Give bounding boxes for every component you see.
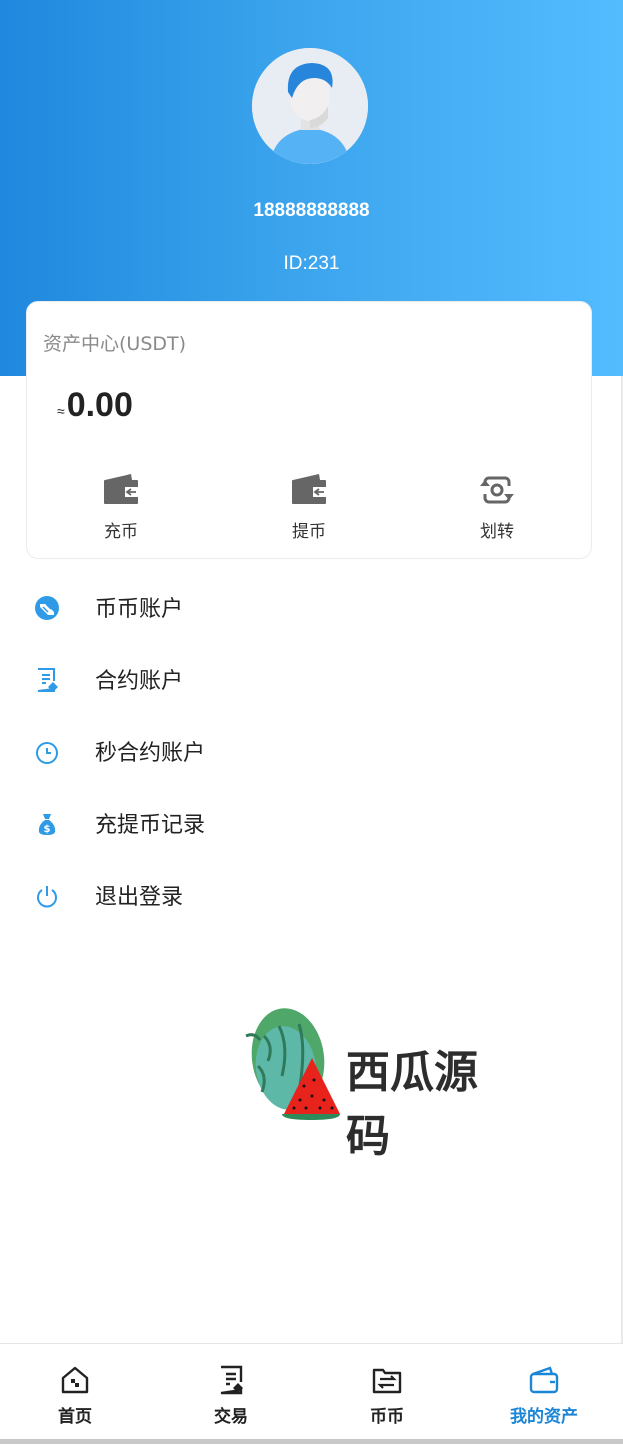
watermark-logo: 西瓜源码 <box>244 1006 504 1162</box>
svg-text:$: $ <box>44 824 51 835</box>
deposit-label: 充币 <box>104 522 138 542</box>
withdraw-button[interactable]: 提币 <box>259 472 359 542</box>
coin-account-icon <box>34 595 60 621</box>
menu-label: 充提币记录 <box>95 813 206 838</box>
user-id: ID:231 <box>283 253 340 274</box>
wallet-icon <box>101 472 141 508</box>
approx-symbol: ≈ <box>57 403 65 419</box>
deposit-button[interactable]: 充币 <box>71 472 171 542</box>
wallet-icon <box>289 472 329 508</box>
avatar[interactable] <box>252 48 368 164</box>
asset-card: 资产中心(USDT) ≈0.00 充币 提币 划转 <box>26 301 592 559</box>
tab-trade[interactable]: 交易 <box>171 1364 291 1427</box>
tab-label: 我的资产 <box>510 1407 578 1427</box>
home-icon <box>59 1364 91 1396</box>
menu-label: 合约账户 <box>95 669 184 694</box>
asset-actions: 充币 提币 划转 <box>27 472 593 552</box>
menu-item-coin-account[interactable]: 币币账户 <box>0 571 623 643</box>
balance-display: ≈0.00 <box>57 386 133 425</box>
power-icon <box>34 883 60 909</box>
folder-exchange-icon <box>371 1364 403 1396</box>
clock-icon <box>34 739 60 765</box>
balance-amount: 0.00 <box>66 386 133 424</box>
menu-label: 秒合约账户 <box>95 741 206 766</box>
menu-label: 退出登录 <box>95 885 184 910</box>
transfer-icon <box>477 472 517 508</box>
home-indicator <box>0 1439 623 1444</box>
withdraw-label: 提币 <box>292 522 326 542</box>
phone-number: 18888888888 <box>253 200 370 221</box>
tab-my-assets[interactable]: 我的资产 <box>484 1364 604 1427</box>
tab-home[interactable]: 首页 <box>15 1364 135 1427</box>
avatar-icon <box>252 48 368 164</box>
transfer-label: 划转 <box>480 522 514 542</box>
tab-label: 币币 <box>370 1407 404 1427</box>
wallet-icon <box>528 1364 560 1396</box>
asset-card-title: 资产中心(USDT) <box>43 333 187 355</box>
menu-item-deposit-withdraw-records[interactable]: $ 充提币记录 <box>0 787 623 859</box>
money-bag-icon: $ <box>34 811 60 837</box>
document-icon <box>215 1364 247 1396</box>
tab-label: 首页 <box>58 1407 92 1427</box>
contract-icon <box>34 667 60 693</box>
tab-coin[interactable]: 币币 <box>327 1364 447 1427</box>
menu-item-contract-account[interactable]: 合约账户 <box>0 643 623 715</box>
menu-label: 币币账户 <box>95 597 184 622</box>
watermark-text: 西瓜源码 <box>346 1047 478 1162</box>
bottom-tabbar: 首页 交易 币币 我的资产 <box>0 1343 623 1447</box>
menu-item-logout[interactable]: 退出登录 <box>0 859 623 931</box>
watermelon-icon <box>245 1008 340 1120</box>
transfer-button[interactable]: 划转 <box>447 472 547 542</box>
account-menu: 币币账户 合约账户 秒合约账户 $ 充提币记录 退出登录 <box>0 571 623 931</box>
menu-item-second-contract[interactable]: 秒合约账户 <box>0 715 623 787</box>
tab-label: 交易 <box>214 1407 248 1427</box>
